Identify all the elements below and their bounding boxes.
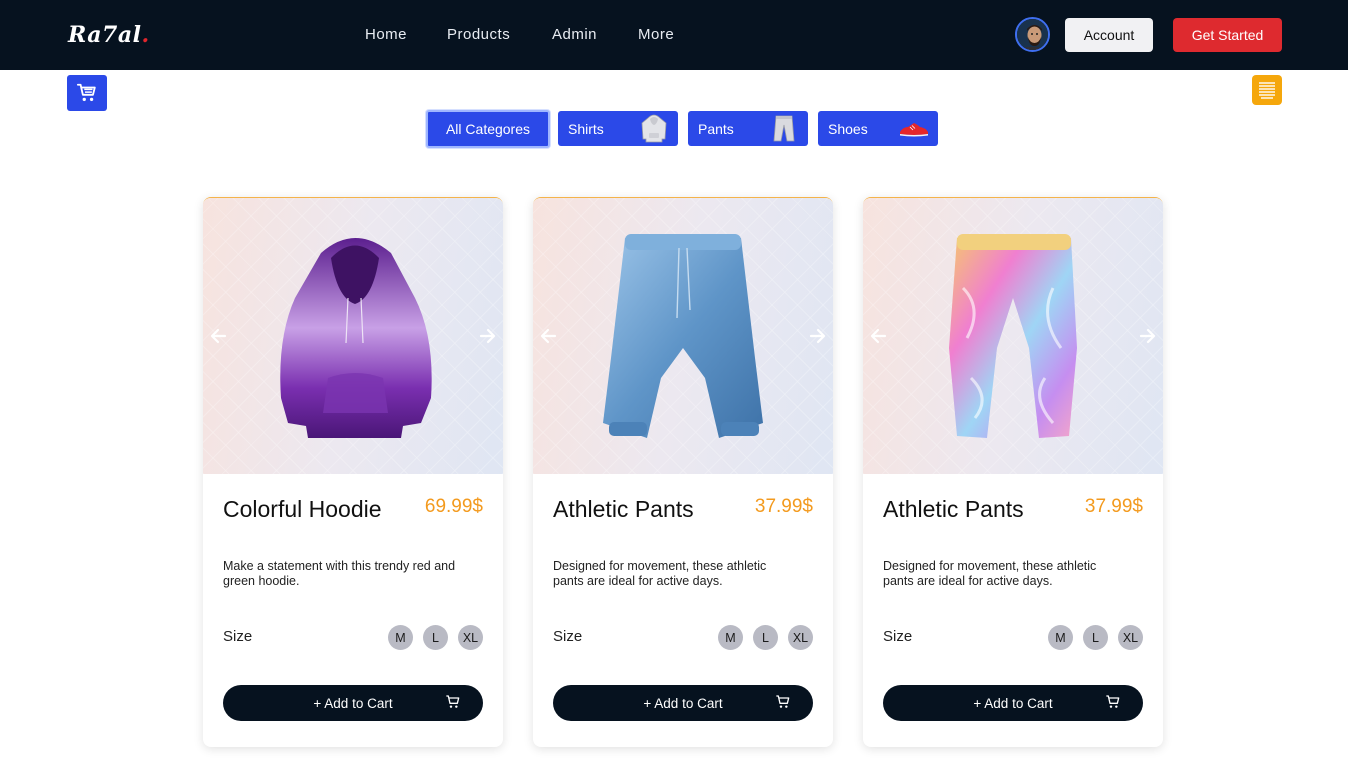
category-shoes[interactable]: Shoes xyxy=(818,111,938,146)
product-image-blue-pants xyxy=(603,234,763,438)
product-price: 37.99$ xyxy=(754,496,813,517)
category-all[interactable]: All Categores xyxy=(426,110,550,148)
cart-icon xyxy=(776,695,790,708)
add-to-cart-button[interactable]: + Add to Cart xyxy=(883,685,1143,721)
add-to-cart-label: + Add to Cart xyxy=(643,695,723,711)
user-avatar[interactable] xyxy=(1015,17,1050,52)
product-description: Designed for movement, these athletic pa… xyxy=(553,559,767,588)
product-price: 37.99$ xyxy=(1084,496,1143,517)
size-option-m[interactable]: M xyxy=(388,625,413,650)
brand-dot: . xyxy=(141,22,150,48)
arrow-left-icon[interactable] xyxy=(209,326,229,346)
brand-logo[interactable]: Ra7al. xyxy=(68,22,150,48)
size-option-l[interactable]: L xyxy=(423,625,448,650)
product-title: Athletic Pants xyxy=(883,496,1024,522)
shopping-cart-icon xyxy=(76,83,96,102)
avatar-face-icon xyxy=(1017,19,1048,50)
size-option-xl[interactable]: XL xyxy=(1118,625,1143,650)
cart-button[interactable] xyxy=(67,75,107,111)
arrow-left-icon[interactable] xyxy=(869,326,889,346)
hoodie-icon xyxy=(641,114,667,143)
size-label: Size xyxy=(553,628,583,645)
menu-toggle-button[interactable] xyxy=(1252,75,1282,105)
size-option-m[interactable]: M xyxy=(1048,625,1073,650)
product-price: 69.99$ xyxy=(424,496,483,517)
add-to-cart-button[interactable]: + Add to Cart xyxy=(553,685,813,721)
product-description: Make a statement with this trendy red an… xyxy=(223,559,456,588)
size-option-l[interactable]: L xyxy=(1083,625,1108,650)
product-card: Athletic Pants 37.99$ Designed for movem… xyxy=(533,197,833,747)
get-started-button[interactable]: Get Started xyxy=(1173,18,1282,52)
account-button[interactable]: Account xyxy=(1065,18,1153,52)
product-image-carousel xyxy=(533,198,833,474)
shoe-icon xyxy=(900,123,928,137)
category-label: Shirts xyxy=(568,120,604,137)
arrow-right-icon[interactable] xyxy=(807,326,827,346)
product-card: Athletic Pants 37.99$ Designed for movem… xyxy=(863,197,1163,747)
category-label: All Categores xyxy=(445,121,531,137)
product-title: Colorful Hoodie xyxy=(223,496,382,522)
nav-item-home[interactable]: Home xyxy=(365,26,407,43)
add-to-cart-label: + Add to Cart xyxy=(313,695,393,711)
product-image-carousel xyxy=(203,198,503,474)
nav-item-products[interactable]: Products xyxy=(447,26,510,43)
size-option-xl[interactable]: XL xyxy=(458,625,483,650)
add-to-cart-label: + Add to Cart xyxy=(973,695,1053,711)
brand-name: Ra7al xyxy=(68,22,142,48)
size-label: Size xyxy=(223,628,253,645)
hamburger-menu-icon xyxy=(1259,82,1275,99)
nav-item-more[interactable]: More xyxy=(638,26,674,43)
category-shirts[interactable]: Shirts xyxy=(558,111,678,146)
product-title: Athletic Pants xyxy=(553,496,694,522)
arrow-right-icon[interactable] xyxy=(1137,326,1157,346)
cart-icon xyxy=(1106,695,1120,708)
add-to-cart-button[interactable]: + Add to Cart xyxy=(223,685,483,721)
product-image-carousel xyxy=(863,198,1163,474)
size-option-xl[interactable]: XL xyxy=(788,625,813,650)
category-pants[interactable]: Pants xyxy=(688,111,808,146)
product-card: Colorful Hoodie 69.99$ Make a statement … xyxy=(203,197,503,747)
nav-item-admin[interactable]: Admin xyxy=(552,26,597,43)
size-option-m[interactable]: M xyxy=(718,625,743,650)
product-image-hoodie xyxy=(280,238,432,438)
arrow-right-icon[interactable] xyxy=(477,326,497,346)
size-label: Size xyxy=(883,628,913,645)
product-description: Designed for movement, these athletic pa… xyxy=(883,559,1097,588)
category-label: Shoes xyxy=(828,120,868,137)
size-option-l[interactable]: L xyxy=(753,625,778,650)
cart-icon xyxy=(446,695,460,708)
product-image-holographic-pants xyxy=(949,234,1077,438)
category-label: Pants xyxy=(698,120,734,137)
top-navbar: Ra7al. Home Products Admin More Account … xyxy=(0,0,1348,70)
arrow-left-icon[interactable] xyxy=(539,326,559,346)
pants-icon xyxy=(773,115,795,142)
